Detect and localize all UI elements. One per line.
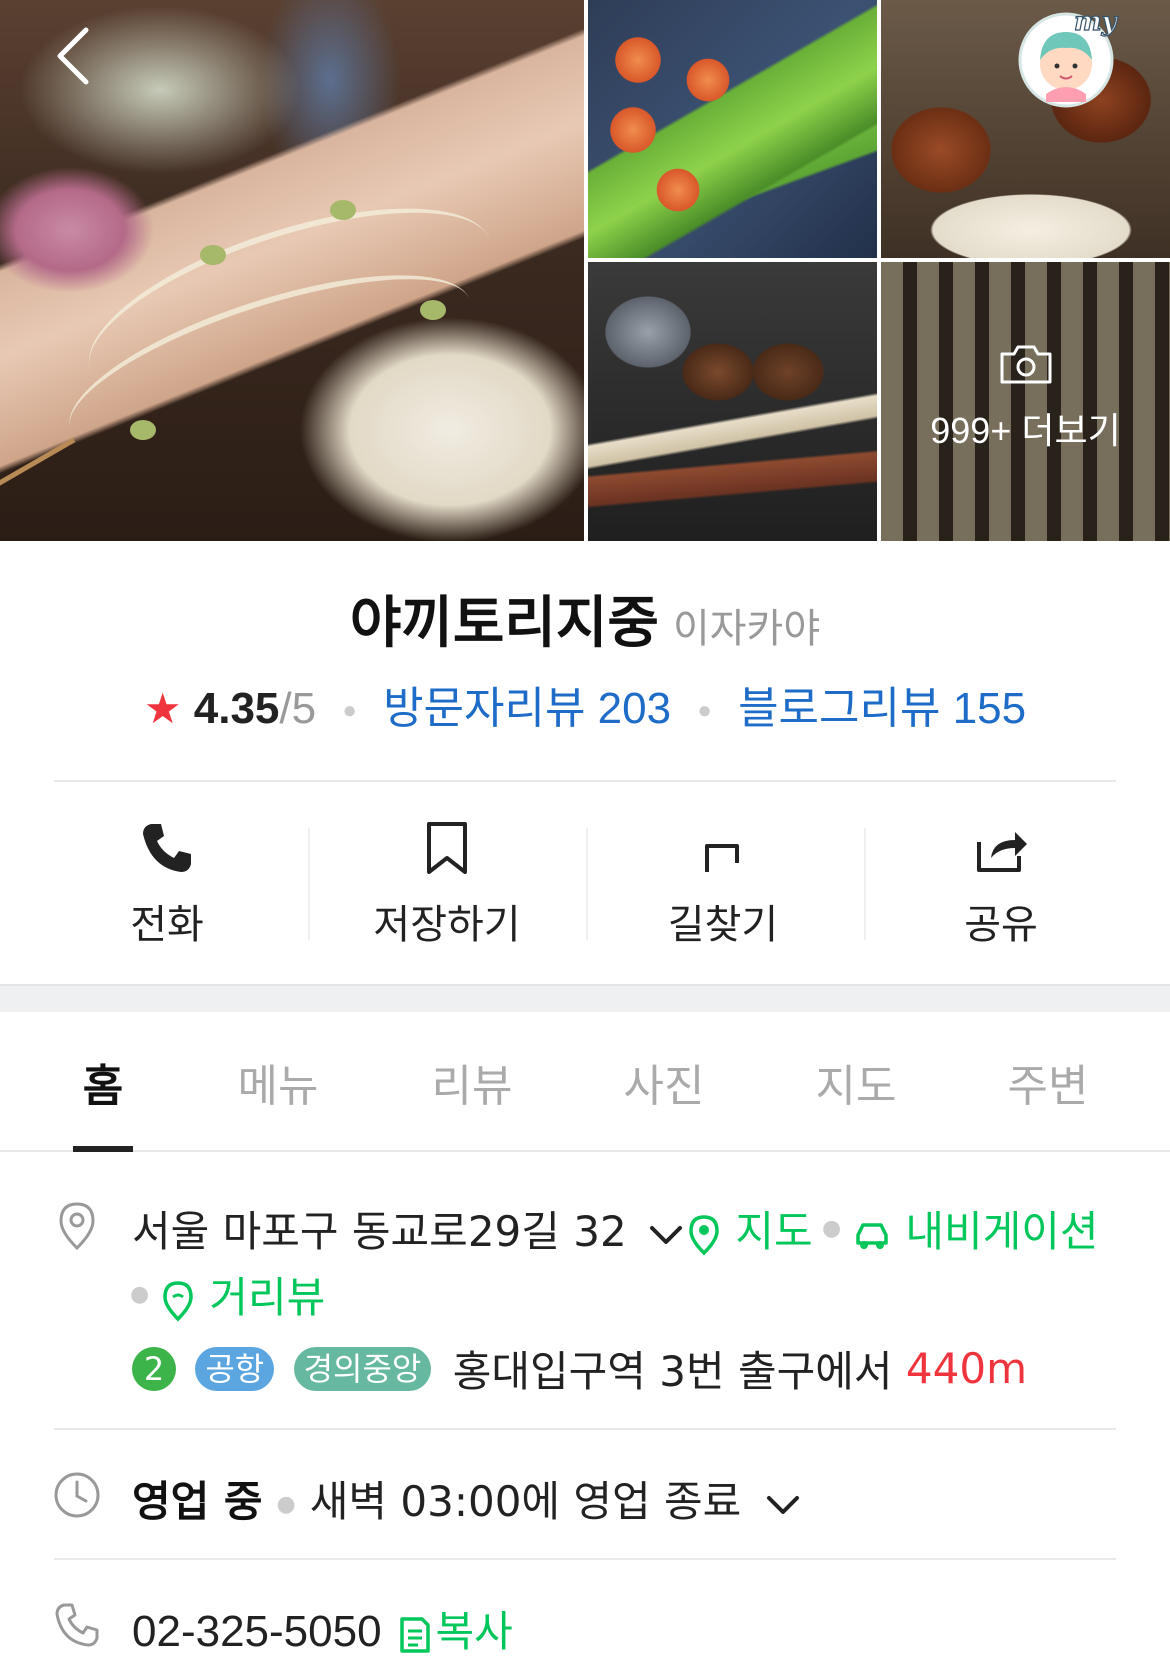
directions-icon [705,844,739,872]
action-bar: 전화 저장하기 길찾기 공유 [0,800,1170,960]
share-button[interactable]: 공유 [866,800,1136,960]
tab-reviews[interactable]: 리뷰 [392,1050,552,1114]
save-label: 저장하기 [373,902,521,948]
my-badge-text: my [1074,7,1119,37]
open-status: 영업 중 [132,1477,263,1526]
subway-tag-gyeongui: 경의중앙 [293,1346,432,1391]
business-hours[interactable]: 영업 중 ● 새벽 03:00에 영업 종료 [132,1468,803,1529]
photo-detail [330,200,356,220]
section-gap [0,984,1170,1012]
chevron-down-icon[interactable] [646,1220,686,1250]
back-button[interactable] [46,20,106,90]
bookmark-icon [427,822,467,874]
subway-tag-airport: 공항 [195,1346,275,1391]
phone-icon [143,824,191,872]
directions-label: 길찾기 [667,902,779,948]
navigation-link[interactable]: 내비게이션 [852,1198,1099,1259]
hours-text: 새벽 03:00에 영업 종료 [309,1477,742,1526]
phone-outline-icon [55,1603,99,1647]
photo-thumb-1[interactable] [588,0,877,258]
copy-icon [399,1616,430,1653]
photo-detail [200,245,226,265]
subway-line-badge: 2 [132,1346,176,1391]
call-button[interactable]: 전화 [32,800,302,960]
camera-icon [998,342,1054,390]
share-label: 공유 [964,902,1038,948]
tab-photos[interactable]: 사진 [584,1050,744,1114]
photo-gallery: 999+ 더보기 my [0,0,1170,541]
my-profile-button[interactable]: my [1016,6,1126,110]
more-photos-label: 999+ 더보기 [930,410,1121,451]
photo-more-tile[interactable]: 999+ 더보기 [881,262,1170,541]
separator-dot: ● [697,697,712,725]
address-text[interactable]: 서울 마포구 동교로29길 32 [132,1198,686,1259]
photo-detail [130,420,156,440]
visitor-reviews-link[interactable]: 방문자리뷰 203 [383,684,671,733]
separator-dot: ● [276,1492,296,1517]
separator-dot: ● [342,697,357,725]
location-pin-icon [59,1202,95,1250]
active-tab-indicator [73,1146,133,1152]
place-name: 야끼토리지중 [349,591,659,656]
rating-max: /5 [279,684,317,733]
map-pin-icon [689,1214,719,1255]
station-distance: 440m [905,1344,1027,1393]
divider [54,1558,1116,1560]
star-icon: ★ [143,685,182,732]
divider [308,828,310,940]
navigation-link-label: 내비게이션 [905,1207,1099,1256]
street-view-link-label: 거리뷰 [209,1273,326,1322]
copy-button[interactable]: 복사 [398,1607,513,1656]
place-title-row: 야끼토리지중 이자카야 [0,578,1170,659]
street-view-link[interactable]: 거리뷰 [160,1264,325,1325]
tab-menu[interactable]: 메뉴 [198,1050,358,1114]
divider [54,1428,1116,1430]
clock-icon [54,1472,100,1518]
avatar-icon: my [1018,6,1119,108]
tab-map[interactable]: 지도 [776,1050,936,1114]
separator-dot: ● [130,1282,150,1307]
share-icon [977,832,1027,872]
copy-label: 복사 [435,1607,513,1656]
phone-number[interactable]: 02-325-5050 [132,1607,382,1656]
tab-bar: 홈 메뉴 리뷰 사진 지도 주변 [0,1012,1170,1152]
separator-dot: ● [822,1216,842,1241]
photo-thumb-3[interactable] [588,262,877,541]
street-view-pin-icon [163,1280,193,1321]
rating-score: 4.35 [193,684,280,733]
station-text: 홍대입구역 3번 출구에서 [452,1347,893,1396]
tab-nearby[interactable]: 주변 [968,1050,1128,1114]
map-link-label: 지도 [735,1207,813,1256]
photo-detail [0,437,76,488]
call-label: 전화 [130,902,204,948]
more-photos[interactable]: 999+ 더보기 [881,342,1170,454]
photo-detail [420,300,446,320]
rating-row: ★ 4.35/5 ● 방문자리뷰 203 ● 블로그리뷰 155 [0,672,1170,736]
car-icon [856,1222,888,1249]
blog-reviews-link[interactable]: 블로그리뷰 155 [738,684,1026,733]
map-link[interactable]: 지도 [686,1198,813,1259]
place-category: 이자카야 [672,606,821,652]
chevron-down-icon[interactable] [763,1490,803,1520]
directions-button[interactable]: 길찾기 [588,800,858,960]
save-button[interactable]: 저장하기 [312,800,582,960]
chevron-left-icon [57,27,89,85]
phone-row: 02-325-5050 복사 [132,1598,513,1659]
tab-home[interactable]: 홈 [23,1050,183,1114]
address-value: 서울 마포구 동교로29길 32 [132,1207,627,1256]
subway-info: 2 공항 경의중앙 홍대입구역 3번 출구에서 440m [132,1338,1027,1396]
divider [54,780,1116,782]
